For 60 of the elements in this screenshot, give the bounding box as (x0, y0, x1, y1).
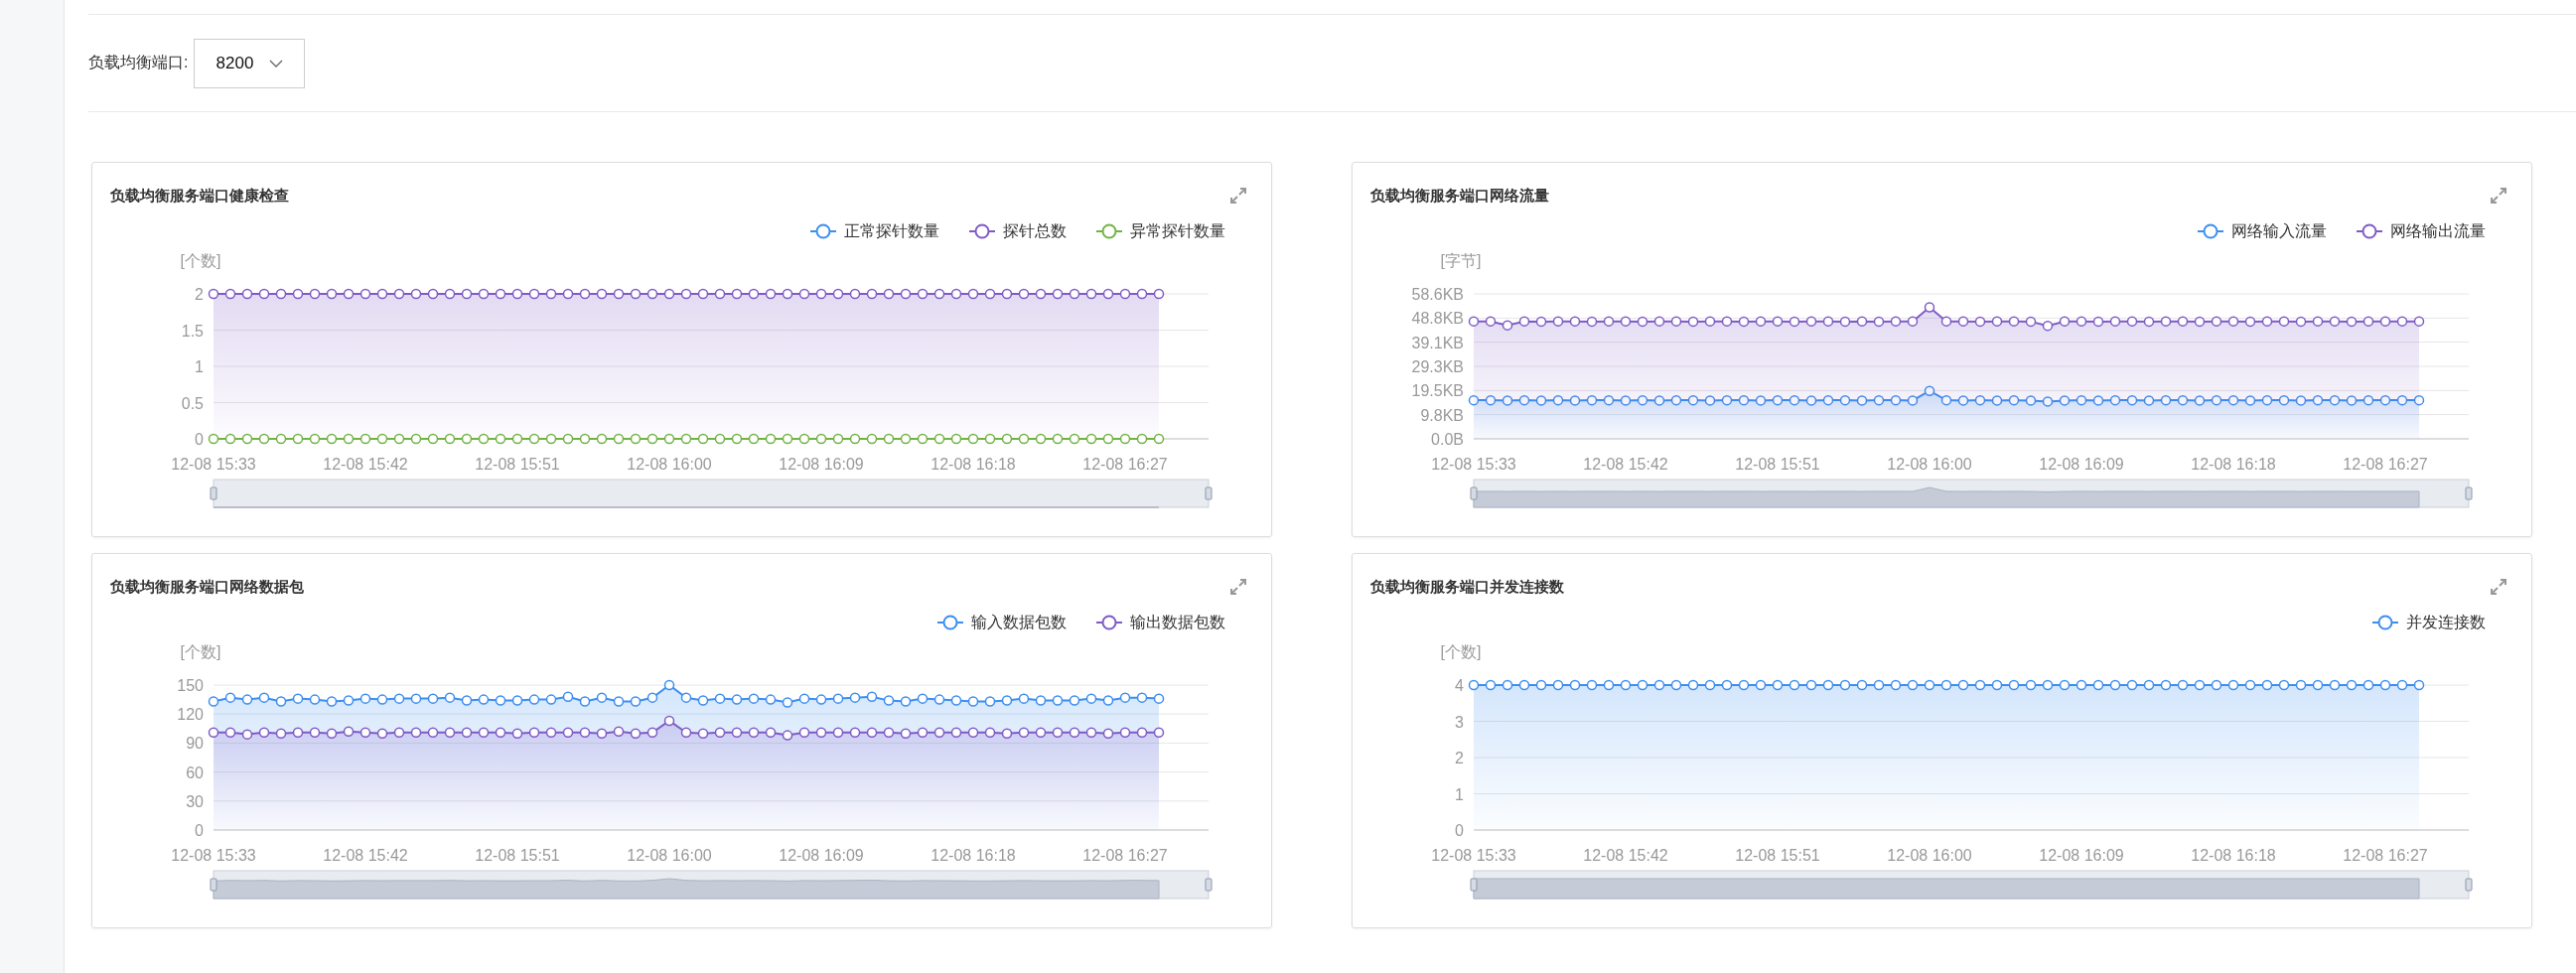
axis-label: 12-08 15:33 (171, 847, 256, 864)
axis-label: 12-08 16:27 (1082, 456, 1168, 473)
axis-label: 0 (1455, 822, 1464, 839)
axis-label: 12-08 16:09 (779, 847, 864, 864)
axis-label: 12-08 15:33 (1431, 847, 1516, 864)
axis-label: 4 (1455, 677, 1464, 694)
axis-label: 12-08 16:09 (2039, 847, 2124, 864)
axis-label: 12-08 16:27 (1082, 847, 1168, 864)
axis-label: 12-08 16:18 (2191, 847, 2276, 864)
axis-label: 1.5 (181, 322, 204, 340)
axis-label: 12-08 15:42 (1583, 847, 1668, 864)
axis-label: 1 (195, 358, 204, 375)
chart-title: 负载均衡服务端口健康检查 (110, 186, 289, 206)
axis-label: 30 (186, 792, 204, 810)
axis-label: 12-08 16:18 (2191, 456, 2276, 473)
axis-label: 90 (186, 735, 204, 753)
axis-label: 12-08 15:51 (475, 456, 560, 473)
axis-title: [个数] (1440, 643, 1482, 660)
axis-label: 58.6KB (1411, 286, 1464, 303)
axis-label: 12-08 16:09 (779, 456, 864, 473)
axis-label: 12-08 16:00 (627, 456, 712, 473)
axis-label: 12-08 16:00 (627, 847, 712, 864)
axis-label: 3 (1455, 713, 1464, 731)
axis-label: 150 (177, 677, 204, 694)
axis-label: 12-08 15:33 (171, 456, 256, 473)
axis-label: 12-08 15:42 (323, 847, 408, 864)
axis-label: 29.3KB (1411, 358, 1464, 375)
axis-label: 2 (1455, 750, 1464, 766)
axis-label: 39.1KB (1411, 334, 1464, 351)
axis-label: 12-08 15:51 (1735, 847, 1820, 864)
chart-title: 负载均衡服务端口并发连接数 (1370, 577, 1564, 597)
chart-title: 负载均衡服务端口网络流量 (1370, 186, 1549, 206)
axis-label: 9.8KB (1420, 406, 1464, 424)
axis-label: 12-08 15:51 (475, 847, 560, 864)
axis-label: 12-08 16:27 (2343, 456, 2428, 473)
axis-label: 0 (195, 822, 204, 839)
axis-label: 2 (195, 286, 204, 303)
axis-label: 1 (1455, 785, 1464, 803)
axis-title: [个数] (180, 643, 221, 660)
axis-label: 12-08 15:33 (1431, 456, 1516, 473)
chart-title: 负载均衡服务端口网络数据包 (110, 577, 304, 597)
axis-label: 12-08 16:00 (1887, 456, 1972, 473)
axis-label: 12-08 15:51 (1735, 456, 1820, 473)
port-label: 负载均衡端口: (88, 53, 189, 72)
axis-label: 19.5KB (1411, 382, 1464, 400)
axis-label: 48.8KB (1411, 310, 1464, 328)
axis-title: [字节] (1440, 252, 1482, 269)
axis-label: 0 (195, 431, 204, 448)
axis-label: 12-08 16:09 (2039, 456, 2124, 473)
axis-label: 12-08 16:18 (930, 847, 1016, 864)
axis-label: 12-08 15:42 (323, 456, 408, 473)
axis-label: 0.5 (181, 394, 204, 412)
axis-label: 0.0B (1431, 431, 1464, 448)
axis-label: 12-08 16:27 (2343, 847, 2428, 864)
axis-label: 12-08 16:18 (930, 456, 1016, 473)
axis-label: 12-08 15:42 (1583, 456, 1668, 473)
axis-title: [个数] (180, 252, 221, 269)
axis-label: 120 (177, 706, 204, 724)
axis-label: 12-08 16:00 (1887, 847, 1972, 864)
axis-label: 60 (186, 764, 204, 781)
